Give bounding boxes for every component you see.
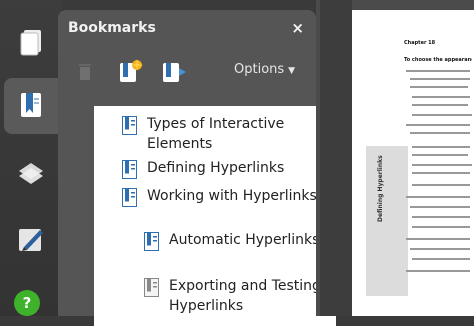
document-gutter <box>320 0 352 316</box>
new-bookmark-icon[interactable] <box>116 58 143 84</box>
bookmark-icon <box>144 232 159 251</box>
close-panel-button[interactable]: × <box>291 19 304 37</box>
bookmark-label: Defining Hyperlinks <box>147 160 285 176</box>
bookmarks-panel: Bookmarks × Options ▼ Types of Interacti… <box>58 10 336 326</box>
bookmark-item[interactable]: Defining Hyperlinks <box>122 158 330 179</box>
options-label: Options <box>234 62 285 77</box>
bookmark-label: Types of Interactive Elements <box>147 116 285 152</box>
page-side-tab <box>366 146 408 296</box>
bookmark-item[interactable]: Types of Interactive Elements <box>122 114 330 154</box>
bookmark-inactive-icon <box>144 278 159 297</box>
bookmark-icon <box>122 188 137 207</box>
bookmark-icon <box>122 160 137 179</box>
section-heading: To choose the appearance of the hyperlin… <box>404 57 472 63</box>
bookmark-icon <box>122 116 137 135</box>
options-menu-button[interactable]: Options ▼ <box>234 62 295 77</box>
expand-bookmark-icon[interactable] <box>160 58 186 84</box>
help-icon[interactable]: ? <box>14 290 40 316</box>
bookmark-label: Working with Hyperlinks <box>147 188 317 204</box>
signatures-icon[interactable] <box>12 220 50 258</box>
side-tab-text: Defining Hyperlinks <box>377 155 384 222</box>
bookmark-list: Types of Interactive Elements Defining H… <box>94 106 336 326</box>
left-navigation-rail: ? <box>0 0 62 316</box>
chevron-down-icon: ▼ <box>288 66 296 76</box>
bookmark-label: Exporting and Testing Hyperlinks <box>169 278 321 314</box>
bookmark-label: Automatic Hyperlinks <box>169 232 320 248</box>
chapter-label: Chapter 18 <box>404 40 436 46</box>
bookmark-item[interactable]: Exporting and Testing Hyperlinks <box>144 276 330 316</box>
bookmark-item[interactable]: Working with Hyperlinks <box>122 186 330 207</box>
bookmark-item[interactable]: Automatic Hyperlinks <box>144 230 330 251</box>
bookmarks-icon[interactable] <box>12 86 50 124</box>
panel-title: Bookmarks <box>68 20 156 36</box>
pages-icon[interactable] <box>12 22 50 60</box>
layers-icon[interactable] <box>12 154 50 192</box>
delete-bookmark-icon[interactable] <box>72 58 98 84</box>
